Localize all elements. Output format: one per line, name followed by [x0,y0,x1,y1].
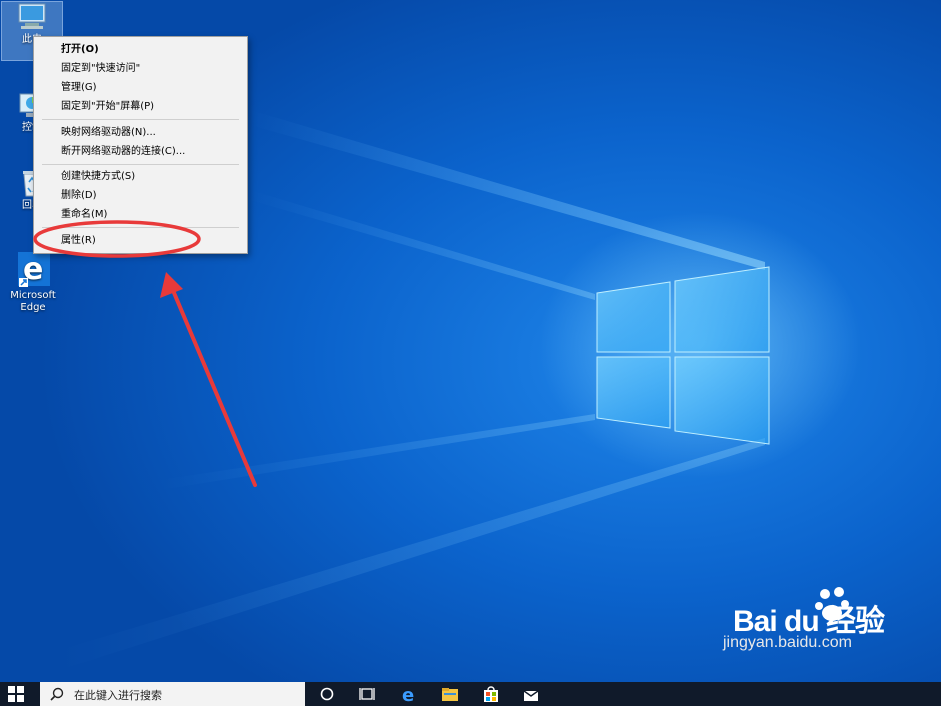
svg-text:e: e [402,685,414,703]
file-explorer-icon[interactable] [441,685,459,703]
edge-icon[interactable]: e [400,685,418,703]
cortana-icon[interactable] [318,685,336,703]
taskbar: 在此键入进行搜索 e [0,682,941,706]
desktop-icon-label: Microsoft Edge [10,290,56,313]
menu-item-create-shortcut[interactable]: 创建快捷方式(S) [34,167,247,186]
menu-item-pin-start[interactable]: 固定到"开始"屏幕(P) [34,97,247,116]
task-view-icon[interactable] [358,685,376,703]
menu-item-disconnect-network-drive[interactable]: 断开网络驱动器的连接(C)... [34,142,247,161]
desktop-icon-edge[interactable]: e Microsoft Edge [3,250,63,314]
search-icon [50,687,64,701]
mail-icon[interactable] [522,685,540,703]
menu-item-delete[interactable]: 删除(D) [34,186,247,205]
store-icon[interactable] [482,685,500,703]
watermark: Bai du 经验 jingyan.baidu.com [701,578,941,658]
this-pc-icon [18,3,46,29]
menu-separator [42,119,239,120]
windows-start-icon[interactable] [8,686,24,702]
context-menu: 打开(O) 固定到"快速访问" 管理(G) 固定到"开始"屏幕(P) 映射网络驱… [33,36,248,254]
edge-icon: e [18,252,50,287]
desktop: 此电 控制 回收 e Microsoft Edge 打开(O) 固定到"快速访问… [0,0,941,682]
menu-item-open[interactable]: 打开(O) [34,40,247,59]
watermark-url: jingyan.baidu.com [723,634,852,651]
menu-item-map-network-drive[interactable]: 映射网络驱动器(N)... [34,123,247,142]
menu-item-manage[interactable]: 管理(G) [34,78,247,97]
menu-item-properties[interactable]: 属性(R) [34,231,247,250]
taskbar-search-box[interactable]: 在此键入进行搜索 [40,682,305,706]
search-placeholder: 在此键入进行搜索 [74,689,162,702]
menu-separator [42,227,239,228]
menu-separator [42,164,239,165]
menu-item-pin-quick-access[interactable]: 固定到"快速访问" [34,59,247,78]
menu-item-rename[interactable]: 重命名(M) [34,205,247,224]
